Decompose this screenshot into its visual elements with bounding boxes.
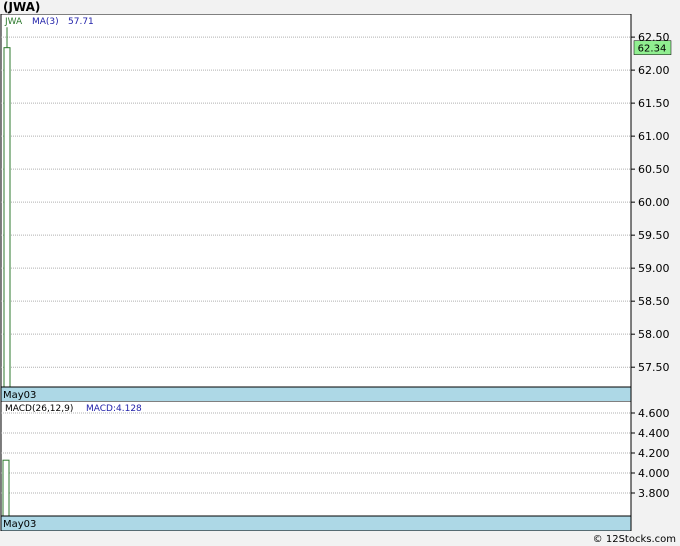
ma-value: 57.71 <box>68 17 94 27</box>
price-tick-label: 58.00 <box>638 328 670 341</box>
macd-plot-area <box>0 401 632 517</box>
macd-tick-label: 4.600 <box>638 407 670 420</box>
macd-tick-label: 4.200 <box>638 447 670 460</box>
price-tick-label: 57.50 <box>638 361 670 374</box>
macd-tick-label: 4.000 <box>638 467 670 480</box>
price-tick-label: 60.00 <box>638 196 670 209</box>
price-series <box>3 27 11 388</box>
ticker-label: JWA <box>4 17 23 27</box>
last-price-tag: 62.34 <box>638 44 667 55</box>
macd-date-band <box>0 515 632 531</box>
macd-axis: 4.600 4.400 4.200 4.000 3.800 <box>631 407 670 500</box>
price-tick-label: 58.50 <box>638 295 670 308</box>
macd-value-label: MACD:4.128 <box>86 404 142 414</box>
footer-copyright: © 12Stocks.com <box>592 534 676 545</box>
price-panel: 62.5062.0061.5061.0060.5060.0059.5059.00… <box>0 14 672 402</box>
macd-panel: 4.6004.4004.2004.0003.800 MACD(26,12,9) … <box>0 401 670 531</box>
price-tick-label: 61.50 <box>638 97 670 110</box>
price-date-label: May03 <box>3 390 36 401</box>
price-tick-label: 60.50 <box>638 163 670 176</box>
price-tick-label: 62.00 <box>638 64 670 77</box>
price-axis: 62.5062.0061.5061.0060.5060.0059.5059.00… <box>631 31 670 374</box>
price-tick-label: 59.50 <box>638 229 670 242</box>
macd-label: MACD(26,12,9) <box>5 404 73 414</box>
macd-date-label: May03 <box>3 519 36 530</box>
candle-body <box>3 47 11 388</box>
price-tick-label: 61.00 <box>638 130 670 143</box>
chart-title: (JWA) <box>3 0 41 14</box>
macd-bar <box>2 459 10 517</box>
ma-label: MA(3) <box>32 17 59 27</box>
price-date-band <box>0 386 632 402</box>
price-tick-label: 59.00 <box>638 262 670 275</box>
macd-series <box>2 459 10 517</box>
macd-tick-label: 4.400 <box>638 427 670 440</box>
macd-tick-label: 3.800 <box>638 487 670 500</box>
